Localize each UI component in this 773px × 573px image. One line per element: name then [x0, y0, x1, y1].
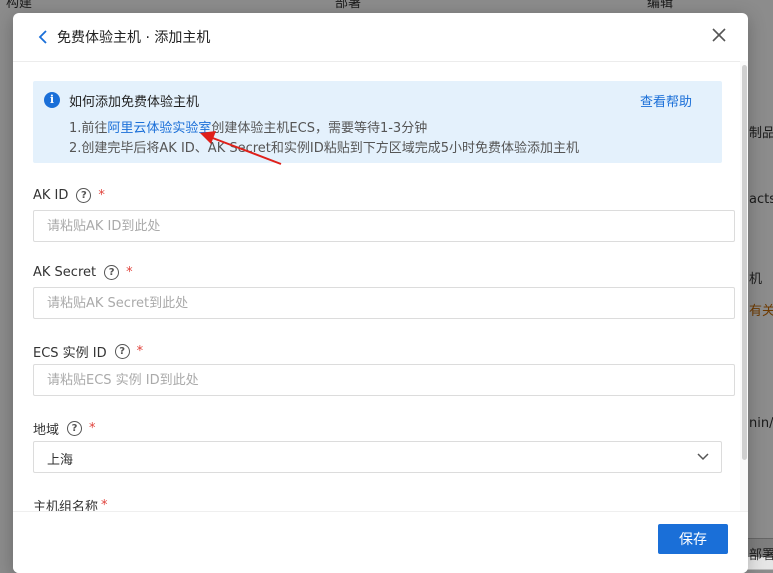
ecs-id-label-text: ECS 实例 ID	[33, 346, 107, 361]
required-mark: *	[89, 421, 96, 436]
help-question-icon[interactable]: ?	[67, 421, 83, 436]
dialog-title: 免费体验主机 · 添加主机	[57, 30, 211, 46]
ak-id-input[interactable]	[33, 210, 735, 242]
dialog-header: 免费体验主机 · 添加主机	[13, 13, 748, 62]
region-select[interactable]: 上海	[33, 441, 722, 473]
help-question-icon[interactable]: ?	[76, 188, 92, 203]
save-button[interactable]: 保存	[658, 524, 728, 554]
step-one-suffix: 创建体验主机ECS，需要等待1-3分钟	[211, 121, 428, 136]
dialog-footer: 保存	[13, 511, 748, 573]
required-mark: *	[98, 188, 105, 203]
view-help-link[interactable]: 查看帮助	[640, 91, 692, 110]
step-two-text: 2.创建完毕后将AK ID、AK Secret和实例ID粘贴到下方区域完成5小时…	[69, 141, 580, 156]
close-icon[interactable]	[710, 26, 728, 44]
info-banner: i 如何添加免费体验主机 查看帮助 1.前往阿里云体验实验室创建体验主机ECS，…	[33, 81, 722, 163]
step-one-text: 1.前往阿里云体验实验室创建体验主机ECS，需要等待1-3分钟	[69, 117, 427, 136]
ak-secret-label: AK Secret ? *	[33, 265, 133, 280]
add-host-dialog: 免费体验主机 · 添加主机 i 如何添加免费体验主机 查看帮助 1.前往阿里云体…	[13, 13, 748, 573]
dialog-scrollbar-thumb[interactable]	[742, 65, 747, 460]
required-mark: *	[126, 265, 133, 280]
help-question-icon[interactable]: ?	[104, 265, 120, 280]
region-label-text: 地域	[33, 423, 60, 438]
aliyun-lab-link[interactable]: 阿里云体验实验室	[107, 121, 211, 136]
info-title: 如何添加免费体验主机	[69, 95, 200, 110]
ecs-instance-id-input[interactable]	[33, 364, 735, 396]
region-selected-value: 上海	[47, 453, 74, 468]
back-arrow-icon[interactable]	[37, 29, 49, 45]
ak-secret-input[interactable]	[33, 287, 735, 319]
required-mark: *	[136, 344, 144, 359]
info-icon: i	[44, 92, 60, 108]
ak-id-label-text: AK ID	[33, 188, 69, 203]
ak-id-label: AK ID ? *	[33, 188, 105, 203]
ecs-id-label: ECS 实例 ID ? *	[33, 342, 143, 361]
region-label: 地域 ? *	[33, 419, 96, 438]
help-question-icon[interactable]: ?	[114, 344, 130, 359]
step-one-prefix: 1.前往	[69, 121, 108, 136]
ak-secret-label-text: AK Secret	[33, 265, 97, 280]
chevron-down-icon	[697, 453, 709, 461]
